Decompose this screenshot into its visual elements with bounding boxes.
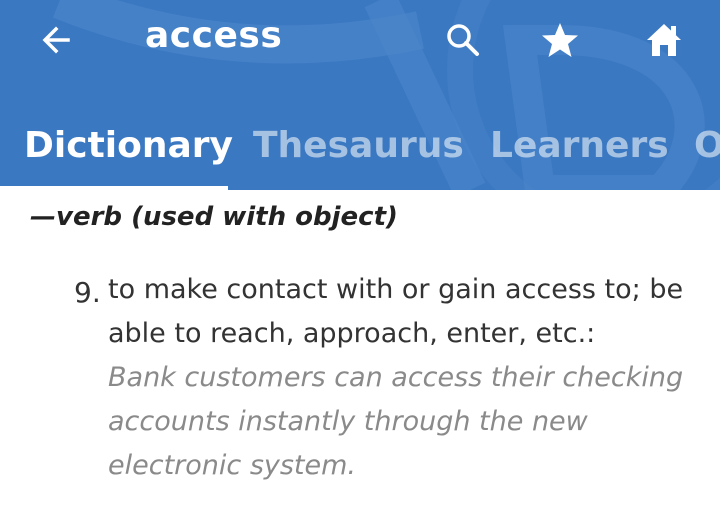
toolbar: access — [0, 0, 720, 80]
home-icon — [647, 24, 681, 56]
tab-dictionary[interactable]: Dictionary — [24, 125, 233, 166]
favorite-button[interactable] — [534, 14, 586, 66]
definition-number: 9. — [74, 276, 101, 309]
part-of-speech-heading: —verb (used with object) — [30, 202, 398, 232]
star-icon — [542, 23, 578, 57]
search-button[interactable] — [437, 14, 489, 66]
tab-learners[interactable]: Learners — [490, 125, 669, 166]
search-icon — [447, 24, 479, 56]
back-button[interactable] — [30, 14, 82, 66]
tab-more[interactable]: O — [694, 125, 720, 166]
search-term-title[interactable]: access — [145, 15, 282, 56]
arrow-left-icon — [42, 26, 70, 54]
home-button[interactable] — [638, 14, 690, 66]
example-sentence: Bank customers can access their checking… — [108, 362, 684, 481]
tab-bar: Dictionary Thesaurus Learners O — [0, 105, 720, 190]
entry-content: —verb (used with object) 9. to make cont… — [0, 190, 720, 515]
definition-text: to make contact with or gain access to; … — [108, 274, 684, 349]
app-bar: access Dictionary Thesaurus Learners O — [0, 0, 720, 190]
tab-thesaurus[interactable]: Thesaurus — [253, 125, 464, 166]
